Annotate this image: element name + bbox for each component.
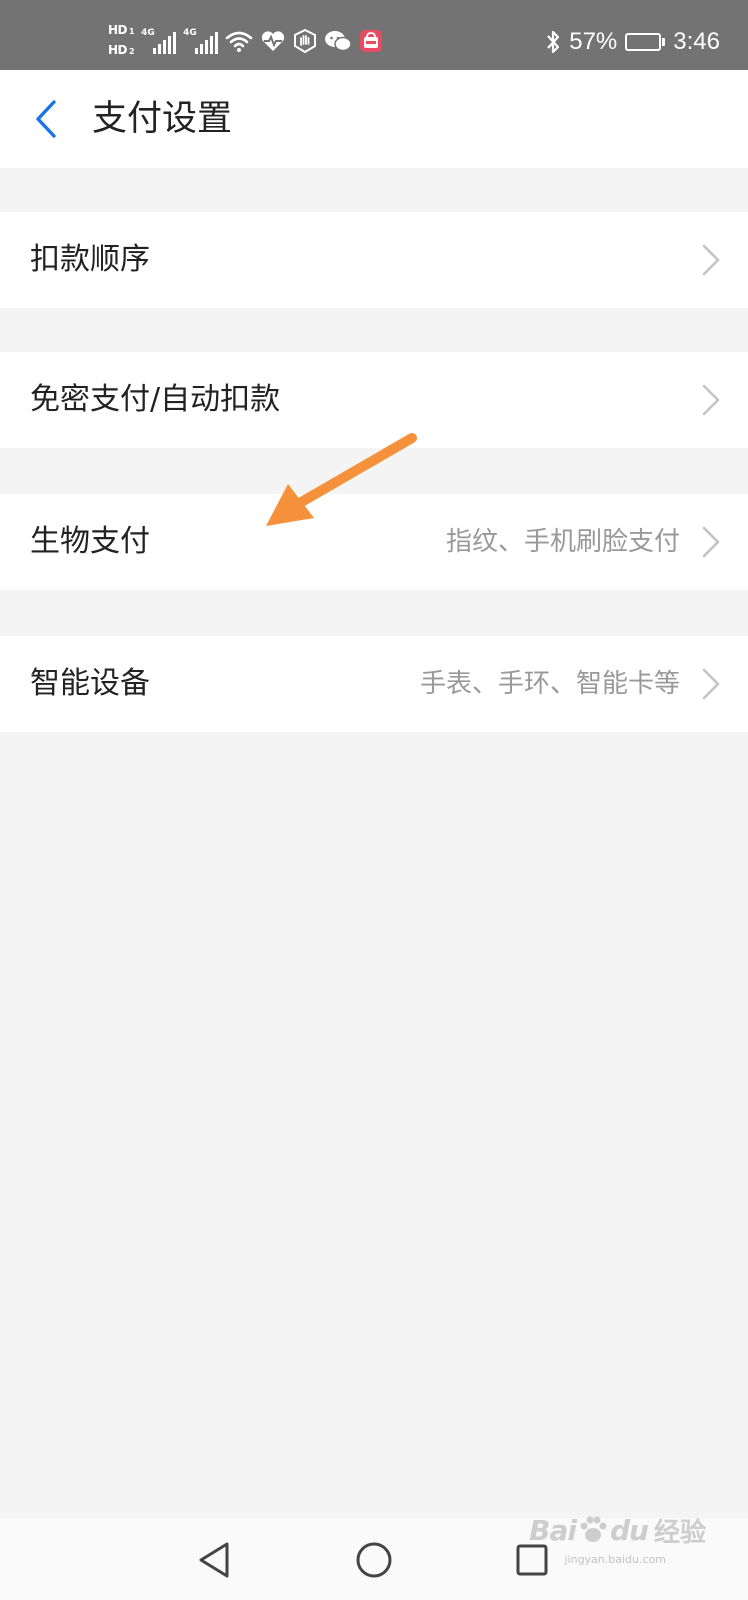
- settings-row-label: 智能设备: [30, 666, 150, 701]
- nav-recents-button[interactable]: [508, 1536, 556, 1584]
- settings-row-password-free-payment[interactable]: 免密支付/自动扣款: [0, 352, 748, 448]
- signal-1-icon: 4G: [141, 28, 177, 54]
- network-type-1: 4G: [141, 28, 155, 38]
- status-bar: HD 1 HD 2 4G 4G 57% 3:46: [0, 0, 748, 70]
- settings-row-value: 指纹、手机刷脸支付: [445, 527, 680, 557]
- tmall-app-icon: [360, 30, 383, 52]
- battery-icon: [625, 33, 666, 51]
- header: 支付设置: [0, 70, 748, 168]
- sim-indicators: HD 1 HD 2: [108, 22, 135, 60]
- settings-row-label: 生物支付: [30, 524, 150, 559]
- settings-row-value: 手表、手环、智能卡等: [419, 669, 680, 699]
- sim1-label: HD: [108, 23, 128, 37]
- health-heart-icon: [261, 31, 285, 51]
- chevron-right-icon: [702, 526, 720, 558]
- page-title: 支付设置: [92, 99, 233, 139]
- sim1-hd-indicator: HD 1: [108, 22, 135, 40]
- status-bar-left: HD 1 HD 2 4G 4G: [108, 18, 383, 64]
- wifi-icon: [225, 31, 253, 52]
- clock-time: 3:46: [673, 28, 720, 55]
- sim1-index: 1: [129, 27, 135, 36]
- status-bar-right: 57% 3:46: [545, 20, 720, 64]
- chevron-right-icon: [702, 668, 720, 700]
- settings-row-label: 免密支付/自动扣款: [30, 382, 281, 417]
- bluetooth-icon: [547, 30, 560, 54]
- square-recents-icon: [516, 1544, 548, 1576]
- settings-row-biometric-payment[interactable]: 生物支付 指纹、手机刷脸支付: [0, 494, 748, 590]
- system-nav-bar: [0, 1518, 748, 1600]
- chevron-right-icon: [702, 384, 720, 416]
- nav-back-button[interactable]: [190, 1536, 238, 1584]
- chevron-right-icon: [702, 244, 720, 276]
- wechat-icon: [325, 31, 352, 52]
- sim2-hd-indicator: HD 2: [108, 42, 135, 60]
- hand-shield-icon: [294, 29, 317, 53]
- signal-2-icon: 4G: [183, 28, 219, 54]
- chevron-left-icon: [36, 100, 56, 138]
- settings-row-deduction-order[interactable]: 扣款顺序: [0, 212, 748, 308]
- triangle-back-icon: [199, 1542, 229, 1578]
- settings-row-label: 扣款顺序: [30, 242, 150, 277]
- network-type-2: 4G: [183, 28, 197, 38]
- circle-home-icon: [356, 1542, 392, 1578]
- sim2-label: HD: [108, 43, 128, 57]
- settings-row-smart-devices[interactable]: 智能设备 手表、手环、智能卡等: [0, 636, 748, 732]
- back-button[interactable]: [28, 96, 64, 142]
- nav-home-button[interactable]: [350, 1536, 398, 1584]
- sim2-index: 2: [129, 47, 135, 56]
- battery-percent: 57%: [569, 28, 618, 55]
